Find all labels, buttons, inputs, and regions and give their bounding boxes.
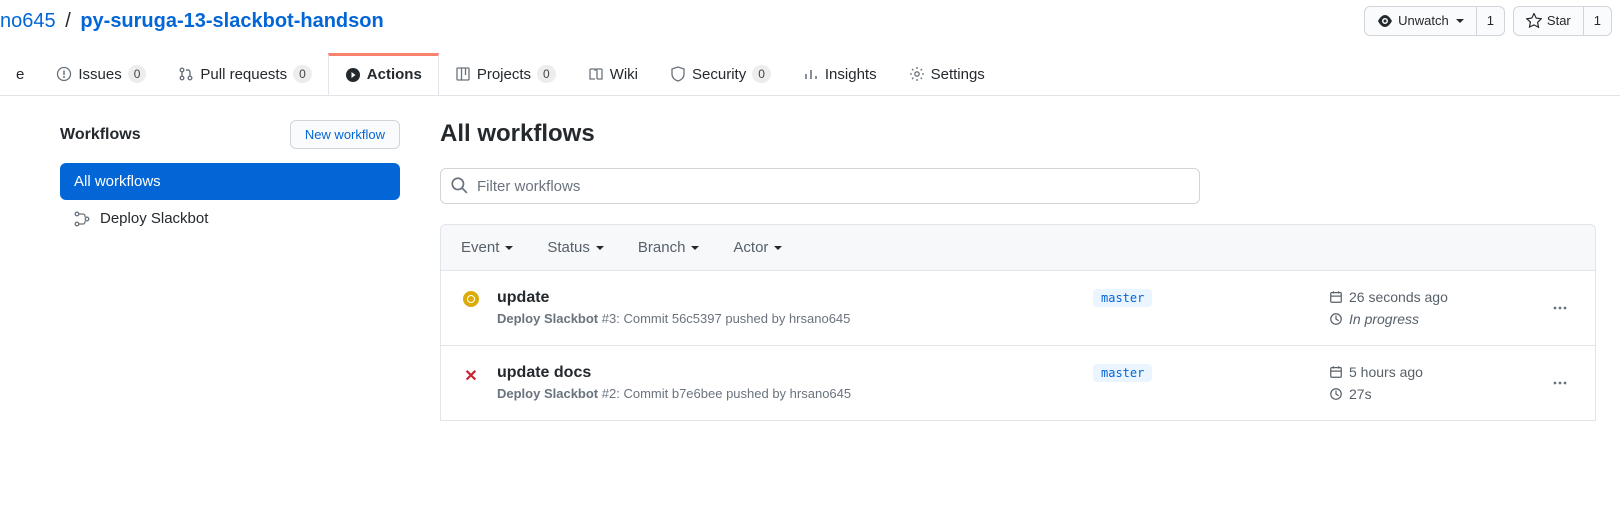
filter-status[interactable]: Status [547,239,604,256]
run-duration: In progress [1349,311,1419,327]
run-status-icon [461,289,481,307]
run-times: 26 seconds ago In progress [1329,289,1529,327]
caret-down-icon [596,246,604,250]
tab-security[interactable]: Security 0 [654,52,787,95]
gear-icon [909,66,925,82]
new-workflow-button[interactable]: New workflow [290,120,400,149]
run-status-icon: ✕ [461,364,481,386]
star-count[interactable]: 1 [1584,6,1612,36]
unwatch-label: Unwatch [1398,11,1449,31]
run-timestamp: 26 seconds ago [1349,289,1448,305]
filter-branch[interactable]: Branch [638,239,700,256]
tab-wiki-label: Wiki [610,66,638,83]
sidebar-item-label: Deploy Slackbot [100,210,208,227]
sidebar-title: Workflows [60,126,141,144]
eye-icon [1377,13,1393,29]
filter-workflows-wrapper [440,168,1200,204]
run-times: 5 hours ago 27s [1329,364,1529,402]
unwatch-button[interactable]: Unwatch [1364,6,1477,36]
tab-projects-label: Projects [477,66,531,83]
run-duration: 27s [1349,386,1372,402]
run-subtitle: Deploy Slackbot #3: Commit 56c5397 pushe… [497,311,1077,326]
repo-link[interactable]: py-suruga-13-slackbot-handson [80,10,383,32]
owner-link[interactable]: no645 [0,10,56,32]
workflow-run-row[interactable]: update Deploy Slackbot #3: Commit 56c539… [441,271,1595,346]
repo-actions: Unwatch 1 Star 1 [1364,6,1620,36]
tab-actions-label: Actions [367,66,422,83]
tab-settings-label: Settings [931,66,985,83]
filter-event[interactable]: Event [461,239,513,256]
tab-actions[interactable]: Actions [328,53,439,95]
issues-count: 0 [128,65,147,83]
run-subtitle: Deploy Slackbot #2: Commit b7e6bee pushe… [497,386,1077,401]
tab-code[interactable]: e [0,53,40,95]
repo-tabs: e Issues 0 Pull requests 0 Actions Proje… [0,52,1620,96]
filter-actor[interactable]: Actor [733,239,782,256]
branch-tag[interactable]: master [1093,364,1152,382]
run-title: update [497,289,1077,307]
runs-filter-row: Event Status Branch Actor [441,225,1595,271]
star-label: Star [1547,11,1571,31]
tab-code-label: e [16,66,24,83]
calendar-icon [1329,365,1343,379]
search-icon [450,176,468,194]
caret-down-icon [505,246,513,250]
book-icon [588,66,604,82]
status-in-progress-icon [463,291,479,307]
run-timestamp: 5 hours ago [1349,364,1423,380]
clock-icon [1329,312,1343,326]
caret-down-icon [774,246,782,250]
graph-icon [803,66,819,82]
projects-count: 0 [537,65,556,83]
calendar-icon [1329,290,1343,304]
tab-wiki[interactable]: Wiki [572,53,654,95]
workflow-run-row[interactable]: ✕ update docs Deploy Slackbot #2: Commit… [441,346,1595,421]
tab-pull-requests[interactable]: Pull requests 0 [162,52,327,95]
run-menu-button[interactable] [1545,375,1575,391]
breadcrumb-sep: / [61,10,75,32]
tab-settings[interactable]: Settings [893,53,1001,95]
caret-down-icon [1456,19,1464,23]
workflow-runs-table: Event Status Branch Actor update [440,224,1596,421]
page-title: All workflows [440,120,1596,148]
star-button[interactable]: Star [1513,6,1584,36]
workflows-sidebar: Workflows New workflow All workflows Dep… [60,120,400,421]
tab-pulls-label: Pull requests [200,66,287,83]
projects-icon [455,66,471,82]
security-count: 0 [752,65,771,83]
pull-request-icon [178,66,194,82]
sidebar-item-all-workflows[interactable]: All workflows [60,163,400,200]
run-menu-button[interactable] [1545,300,1575,316]
caret-down-icon [691,246,699,250]
status-fail-icon: ✕ [464,366,477,386]
run-title: update docs [497,364,1077,382]
shield-icon [670,66,686,82]
tab-insights-label: Insights [825,66,877,83]
tab-issues[interactable]: Issues 0 [40,52,162,95]
issues-icon [56,66,72,82]
tab-insights[interactable]: Insights [787,53,893,95]
branch-tag[interactable]: master [1093,289,1152,307]
tab-issues-label: Issues [78,66,121,83]
tab-security-label: Security [692,66,746,83]
sidebar-item-label: All workflows [74,173,161,190]
watch-count[interactable]: 1 [1477,6,1505,36]
workflow-icon [74,211,90,227]
star-icon [1526,13,1542,29]
play-circle-icon [345,67,361,83]
workflows-content: All workflows Event Status Branch Actor [440,120,1596,421]
pulls-count: 0 [293,65,312,83]
repo-breadcrumb: no645 / py-suruga-13-slackbot-handson [0,10,384,33]
sidebar-item-deploy-slackbot[interactable]: Deploy Slackbot [60,200,400,237]
clock-icon [1329,387,1343,401]
filter-workflows-input[interactable] [440,168,1200,204]
tab-projects[interactable]: Projects 0 [439,52,572,95]
